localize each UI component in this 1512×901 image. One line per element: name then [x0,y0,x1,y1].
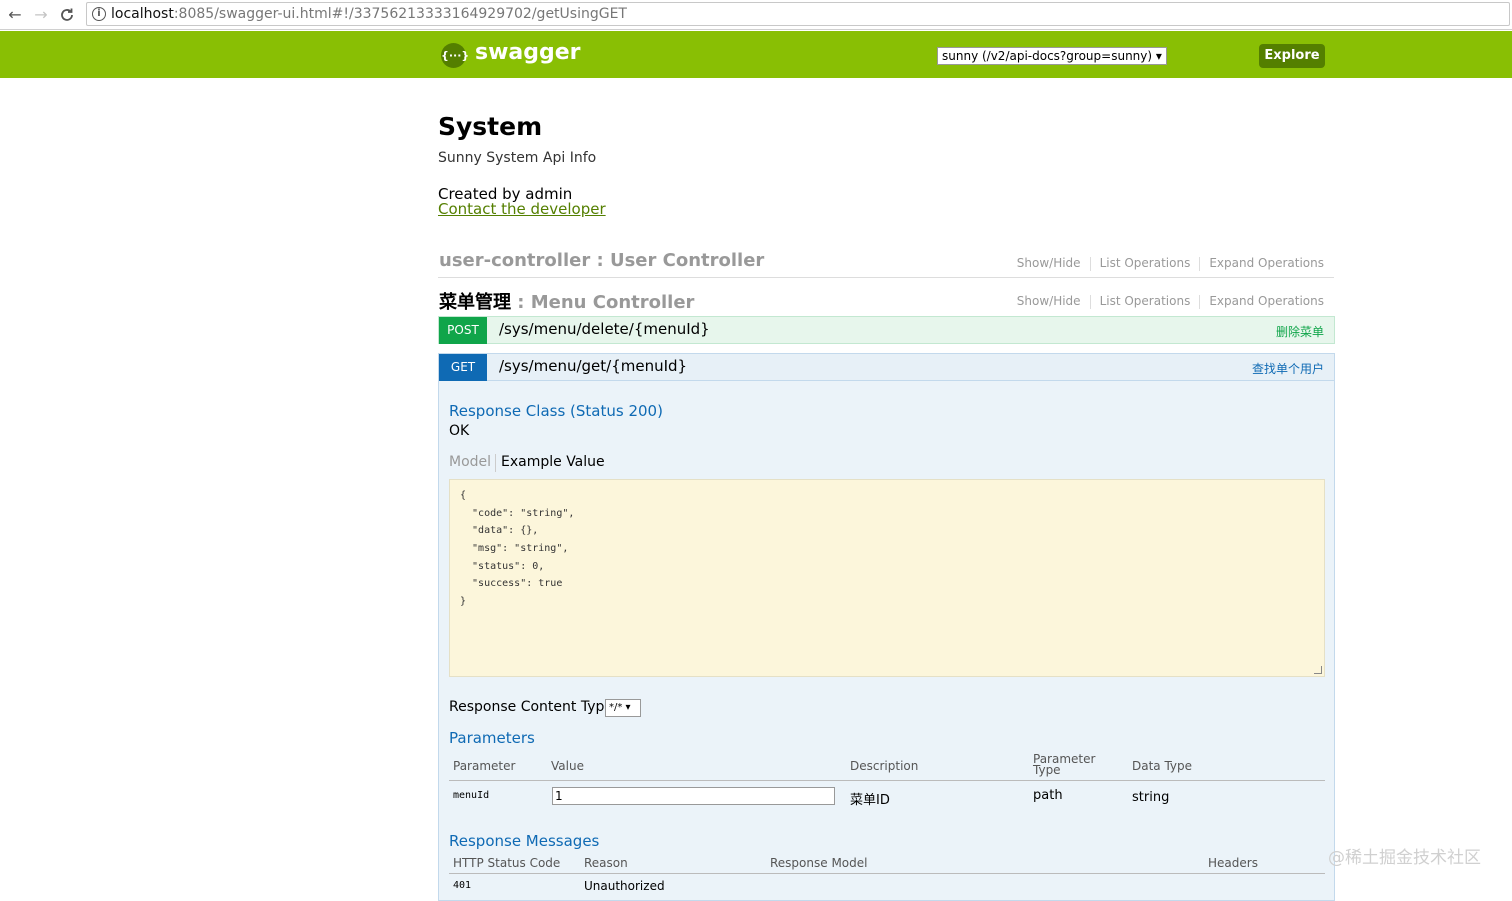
contact-developer-link[interactable]: Contact the developer [438,200,606,218]
resource-separator: : [590,250,610,271]
api-definition-select[interactable]: sunny (/v2/api-docs?group=sunny) ▾ [937,47,1167,65]
table-header-rule [449,873,1325,874]
resource-description[interactable]: User Controller [610,250,764,271]
code-line: "success": true [460,578,563,590]
site-info-icon[interactable]: i [92,7,106,21]
code-line: "data": {}, [460,525,539,537]
code-line: "status": 0, [460,560,545,572]
resource-heading[interactable]: 菜单管理 : Menu Controller [439,288,694,314]
msg-col-headers: Headers [1208,856,1258,870]
swagger-logo-text[interactable]: swagger [475,40,581,65]
watermark: @稀土掘金技术社区 [1328,848,1481,868]
param-value-input[interactable]: 1 [552,787,835,805]
resource-description[interactable]: Menu Controller [531,292,695,313]
param-col-parameter: Parameter [453,759,516,773]
msg-status-code: 401 [453,880,472,891]
url-path: :8085/swagger-ui.html#!/3375621333316492… [173,6,627,22]
operation-content: Response Class (Status 200) OK Model Exa… [438,381,1335,901]
msg-col-model: Response Model [770,856,868,870]
response-content-type-select[interactable]: */* ▾ [605,699,641,717]
show-hide-link[interactable]: Show/Hide [1017,294,1081,308]
operation-summary[interactable]: 删除菜单 [1276,323,1324,340]
back-arrow-icon[interactable]: ← [4,4,26,26]
reload-icon[interactable] [56,4,78,26]
swagger-logo-icon[interactable]: {···} [441,43,469,68]
param-type: path [1033,788,1063,803]
param-col-param-type: Parameter Type [1033,752,1096,777]
param-col-value: Value [551,759,584,773]
param-name: menuId [453,790,490,801]
explore-button[interactable]: Explore [1259,44,1325,68]
param-col-data-type: Data Type [1132,759,1193,773]
operation-post-delete-menu[interactable]: POST /sys/menu/delete/{menuId} 删除菜单 [438,316,1335,344]
parameters-title: Parameters [449,729,535,747]
param-data-type: string [1132,790,1170,805]
code-line: } [460,596,467,608]
ops-divider [1199,294,1201,309]
list-operations-link[interactable]: List Operations [1100,294,1191,308]
example-value-code[interactable]: { "code": "string", "data": {}, "msg": "… [449,479,1325,677]
operation-path[interactable]: /sys/menu/get/{menuId} [499,357,687,375]
operation-path[interactable]: /sys/menu/delete/{menuId} [499,320,710,338]
table-header-rule [449,780,1325,781]
resize-handle-icon[interactable] [1314,666,1322,674]
response-messages-title: Response Messages [449,832,600,850]
code-line: "msg": "string", [460,543,569,555]
address-bar[interactable]: i localhost:8085/swagger-ui.html#!/33756… [86,2,1510,26]
tab-divider [495,454,496,472]
resource-name[interactable]: 菜单管理 [439,292,511,313]
example-value-tab[interactable]: Example Value [501,454,605,470]
swagger-header: {···} swagger sunny (/v2/api-docs?group=… [0,31,1512,78]
url-text: localhost:8085/swagger-ui.html#!/3375621… [111,6,627,22]
response-class-value: OK [449,423,470,439]
msg-reason: Unauthorized [584,879,665,893]
ops-divider [1089,294,1091,309]
resource-ops: Show/Hide List Operations Expand Operation… [1017,294,1324,309]
list-operations-link[interactable]: List Operations [1100,256,1191,270]
resource-ops: Show/Hide List Operations Expand Operation… [1017,256,1324,271]
browser-toolbar: ← → i localhost:8085/swagger-ui.html#!/3… [0,0,1512,30]
param-col-description: Description [850,759,919,773]
msg-col-reason: Reason [584,856,628,870]
expand-operations-link[interactable]: Expand Operations [1209,256,1324,270]
api-title: System [438,112,543,141]
ops-divider [1199,256,1201,271]
operation-summary[interactable]: 查找单个用户 [1252,360,1324,377]
resource-user-controller: user-controller : User Controller Show/H… [438,242,1334,278]
url-host: localhost [111,6,174,22]
resource-heading[interactable]: user-controller : User Controller [439,250,764,271]
model-tab[interactable]: Model [449,454,491,470]
resource-menu-controller: 菜单管理 : Menu Controller Show/Hide List Ope… [438,280,1334,316]
show-hide-link[interactable]: Show/Hide [1017,256,1081,270]
api-description: Sunny System Api Info [438,150,597,166]
resource-name[interactable]: user-controller [439,250,590,271]
forward-arrow-icon[interactable]: → [30,4,52,26]
response-content-type-label: Response Content Type [449,699,613,715]
expand-operations-link[interactable]: Expand Operations [1209,294,1324,308]
response-class-title: Response Class (Status 200) [449,402,663,420]
code-line: { [460,490,467,501]
ops-divider [1089,256,1091,271]
code-line: "code": "string", [460,507,575,519]
param-description: 菜单ID [850,793,890,808]
http-method-badge[interactable]: GET [439,354,487,381]
http-method-badge[interactable]: POST [439,317,487,344]
resource-separator: : [511,292,531,313]
operation-get-menu[interactable]: GET /sys/menu/get/{menuId} 查找单个用户 [438,353,1335,381]
msg-col-status-code: HTTP Status Code [453,856,561,870]
